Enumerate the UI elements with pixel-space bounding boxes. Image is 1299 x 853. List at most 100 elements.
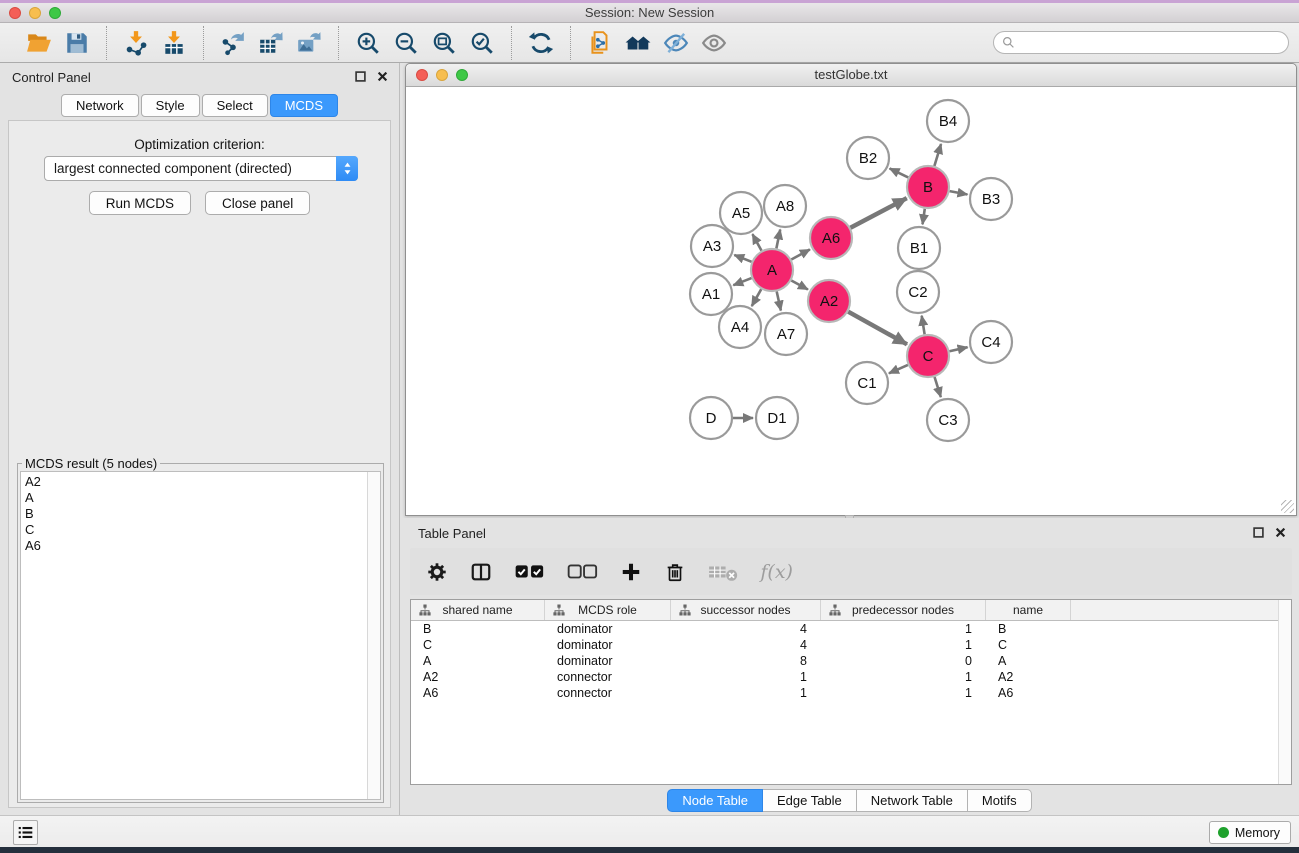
result-list-item[interactable]: A2 [25, 474, 367, 490]
select-all-icon[interactable] [514, 557, 545, 587]
table-cell[interactable]: 4 [671, 637, 821, 653]
graph-edge-A-A7[interactable] [777, 291, 781, 310]
table-cell[interactable]: 1 [821, 637, 986, 653]
float-table-panel-icon[interactable] [1252, 526, 1265, 539]
graph-edge-A-A2[interactable] [791, 281, 808, 290]
network-window-titlebar[interactable]: testGlobe.txt [406, 64, 1296, 87]
graph-node-C1[interactable]: C1 [846, 362, 888, 404]
graph-edge-B-B2[interactable] [890, 168, 909, 177]
column-header-MCDS-role[interactable]: MCDS role [545, 600, 671, 620]
graph-edge-A6-B[interactable] [850, 198, 906, 228]
table-cell[interactable]: A2 [411, 669, 545, 685]
graph-edge-B-B4[interactable] [934, 144, 941, 166]
network-canvas[interactable]: B4B2BB3A8A5A6A3B1AC2A1A2A4A7C4CC1DD1C3 [407, 88, 1295, 514]
graph-node-A2[interactable]: A2 [808, 280, 850, 322]
float-panel-icon[interactable] [354, 70, 367, 83]
table-cell[interactable]: 1 [821, 669, 986, 685]
graph-node-A[interactable]: A [751, 249, 793, 291]
graph-node-D1[interactable]: D1 [756, 397, 798, 439]
run-mcds-button[interactable]: Run MCDS [89, 191, 191, 215]
graph-edge-C-C2[interactable] [922, 316, 925, 335]
zoom-out-icon[interactable] [391, 28, 421, 58]
result-list-item[interactable]: A [25, 490, 367, 506]
show-all-icon[interactable] [699, 28, 729, 58]
tab-style[interactable]: Style [141, 94, 200, 117]
tab-motifs[interactable]: Motifs [968, 789, 1032, 812]
table-cell[interactable]: B [411, 621, 545, 637]
column-header-shared-name[interactable]: shared name [411, 600, 545, 620]
maximize-network-window-button[interactable] [456, 69, 468, 81]
column-header-name[interactable]: name [986, 600, 1071, 620]
search-input[interactable] [1020, 36, 1280, 50]
graph-node-A6[interactable]: A6 [810, 217, 852, 259]
result-list-item[interactable]: A6 [25, 538, 367, 554]
result-scrollbar[interactable] [367, 472, 380, 799]
first-neighbors-icon[interactable] [623, 28, 653, 58]
graph-node-B1[interactable]: B1 [898, 227, 940, 269]
table-cell[interactable]: 4 [671, 621, 821, 637]
close-table-panel-icon[interactable] [1274, 526, 1287, 539]
save-session-icon[interactable] [62, 28, 92, 58]
table-cell[interactable]: A6 [986, 685, 1071, 701]
minimize-window-button[interactable] [29, 7, 41, 19]
tab-network-table[interactable]: Network Table [857, 789, 968, 812]
table-cell[interactable]: C [986, 637, 1071, 653]
table-cell[interactable]: 0 [821, 653, 986, 669]
memory-button[interactable]: Memory [1209, 821, 1291, 844]
graph-edge-A2-C[interactable] [848, 312, 907, 345]
zoom-in-icon[interactable] [353, 28, 383, 58]
open-session-icon[interactable] [24, 28, 54, 58]
column-header-successor-nodes[interactable]: successor nodes [671, 600, 821, 620]
table-row[interactable]: Adominator80A [411, 653, 1291, 669]
graph-node-D[interactable]: D [690, 397, 732, 439]
graph-edge-A-A8[interactable] [776, 230, 780, 249]
criterion-select[interactable]: largest connected component (directed) [44, 156, 358, 181]
graph-node-B4[interactable]: B4 [927, 100, 969, 142]
table-scrollbar[interactable] [1278, 600, 1291, 784]
export-network-icon[interactable] [218, 28, 248, 58]
tab-network[interactable]: Network [61, 94, 139, 117]
table-cell[interactable]: A2 [986, 669, 1071, 685]
hide-selection-icon[interactable] [661, 28, 691, 58]
graph-edge-B-B1[interactable] [923, 209, 925, 224]
deselect-all-icon[interactable] [567, 557, 598, 587]
close-panel-button[interactable]: Close panel [205, 191, 310, 215]
graph-node-A4[interactable]: A4 [719, 306, 761, 348]
table-cell[interactable]: dominator [545, 621, 671, 637]
refresh-layout-icon[interactable] [526, 28, 556, 58]
graph-node-A1[interactable]: A1 [690, 273, 732, 315]
graph-edge-C-C3[interactable] [935, 377, 941, 397]
maximize-window-button[interactable] [49, 7, 61, 19]
column-header-predecessor-nodes[interactable]: predecessor nodes [821, 600, 986, 620]
resize-grip[interactable] [1281, 500, 1294, 513]
table-cell[interactable]: A [411, 653, 545, 669]
graph-edge-C-C1[interactable] [889, 365, 908, 373]
table-cell[interactable]: 8 [671, 653, 821, 669]
graph-node-A5[interactable]: A5 [720, 192, 762, 234]
table-cell[interactable]: connector [545, 685, 671, 701]
table-cell[interactable]: 1 [671, 685, 821, 701]
graph-edge-B-B3[interactable] [950, 191, 968, 194]
graph-node-A7[interactable]: A7 [765, 313, 807, 355]
export-image-icon[interactable] [294, 28, 324, 58]
table-cell[interactable]: B [986, 621, 1071, 637]
network-from-selection-icon[interactable] [585, 28, 615, 58]
table-row[interactable]: A6connector11A6 [411, 685, 1291, 701]
graph-edge-A-A5[interactable] [752, 234, 761, 251]
table-row[interactable]: Bdominator41B [411, 621, 1291, 637]
table-cell[interactable]: 1 [671, 669, 821, 685]
zoom-fit-icon[interactable] [429, 28, 459, 58]
tab-mcds[interactable]: MCDS [270, 94, 338, 117]
graph-edge-A-A6[interactable] [791, 249, 810, 259]
network-graph[interactable]: B4B2BB3A8A5A6A3B1AC2A1A2A4A7C4CC1DD1C3 [407, 88, 1295, 514]
graph-edge-A-A4[interactable] [752, 289, 761, 306]
graph-node-C3[interactable]: C3 [927, 399, 969, 441]
table-cell[interactable]: dominator [545, 637, 671, 653]
result-list-item[interactable]: C [25, 522, 367, 538]
table-cell[interactable]: A [986, 653, 1071, 669]
minimize-network-window-button[interactable] [436, 69, 448, 81]
table-cell[interactable]: dominator [545, 653, 671, 669]
table-row[interactable]: Cdominator41C [411, 637, 1291, 653]
table-settings-icon[interactable] [426, 557, 448, 587]
graph-node-A3[interactable]: A3 [691, 225, 733, 267]
